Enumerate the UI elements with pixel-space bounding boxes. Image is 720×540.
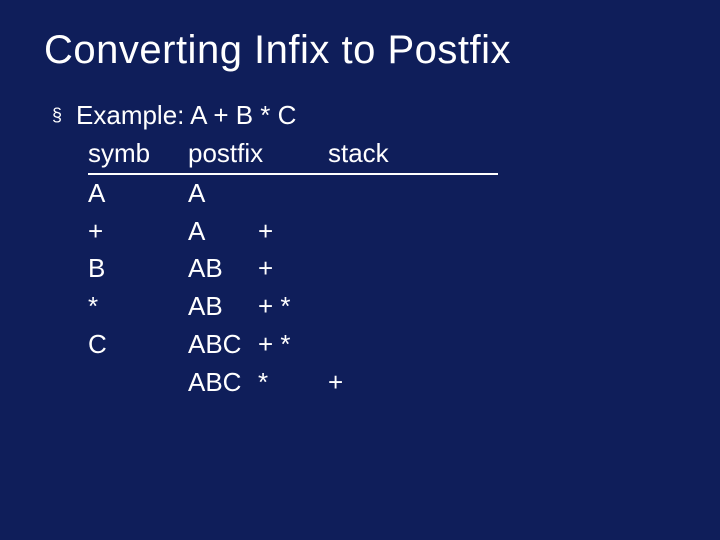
section-bullet-icon: § bbox=[52, 97, 62, 133]
cell-stack bbox=[328, 326, 498, 364]
cell-symb: * bbox=[88, 288, 188, 326]
cell-extra: + * bbox=[258, 326, 328, 364]
slide-title: Converting Infix to Postfix bbox=[44, 28, 676, 73]
col-header-stack: stack bbox=[328, 135, 498, 173]
example-bullet: § Example: A + B * C bbox=[52, 97, 676, 133]
cell-stack bbox=[328, 250, 498, 288]
col-header-symb: symb bbox=[88, 135, 188, 173]
slide-body: § Example: A + B * C symb postfix stack … bbox=[52, 97, 676, 401]
cell-symb bbox=[88, 364, 188, 402]
cell-postfix: A bbox=[188, 175, 258, 213]
table-row: * AB + * bbox=[88, 288, 498, 326]
cell-postfix: A bbox=[188, 213, 258, 251]
table-row: ABC * + bbox=[88, 364, 498, 402]
table-row: + A + bbox=[88, 213, 498, 251]
trace-table: symb postfix stack A A + A + B AB + bbox=[88, 135, 498, 401]
table-header-row: symb postfix stack bbox=[88, 135, 498, 175]
example-text: Example: A + B * C bbox=[76, 97, 296, 133]
col-header-blank bbox=[258, 135, 328, 173]
slide: Converting Infix to Postfix § Example: A… bbox=[0, 0, 720, 540]
col-header-postfix: postfix bbox=[188, 135, 258, 173]
cell-symb: B bbox=[88, 250, 188, 288]
cell-symb: A bbox=[88, 175, 188, 213]
cell-stack bbox=[328, 288, 498, 326]
cell-stack: + bbox=[328, 364, 498, 402]
cell-postfix: ABC bbox=[188, 326, 258, 364]
cell-stack bbox=[328, 213, 498, 251]
table-row: C ABC + * bbox=[88, 326, 498, 364]
cell-stack bbox=[328, 175, 498, 213]
cell-extra: + bbox=[258, 250, 328, 288]
cell-extra: + * bbox=[258, 288, 328, 326]
cell-symb: + bbox=[88, 213, 188, 251]
cell-postfix: AB bbox=[188, 288, 258, 326]
cell-symb: C bbox=[88, 326, 188, 364]
cell-extra: + bbox=[258, 213, 328, 251]
table-row: B AB + bbox=[88, 250, 498, 288]
table-row: A A bbox=[88, 175, 498, 213]
cell-extra: * bbox=[258, 364, 328, 402]
cell-postfix: ABC bbox=[188, 364, 258, 402]
cell-extra bbox=[258, 175, 328, 213]
cell-postfix: AB bbox=[188, 250, 258, 288]
